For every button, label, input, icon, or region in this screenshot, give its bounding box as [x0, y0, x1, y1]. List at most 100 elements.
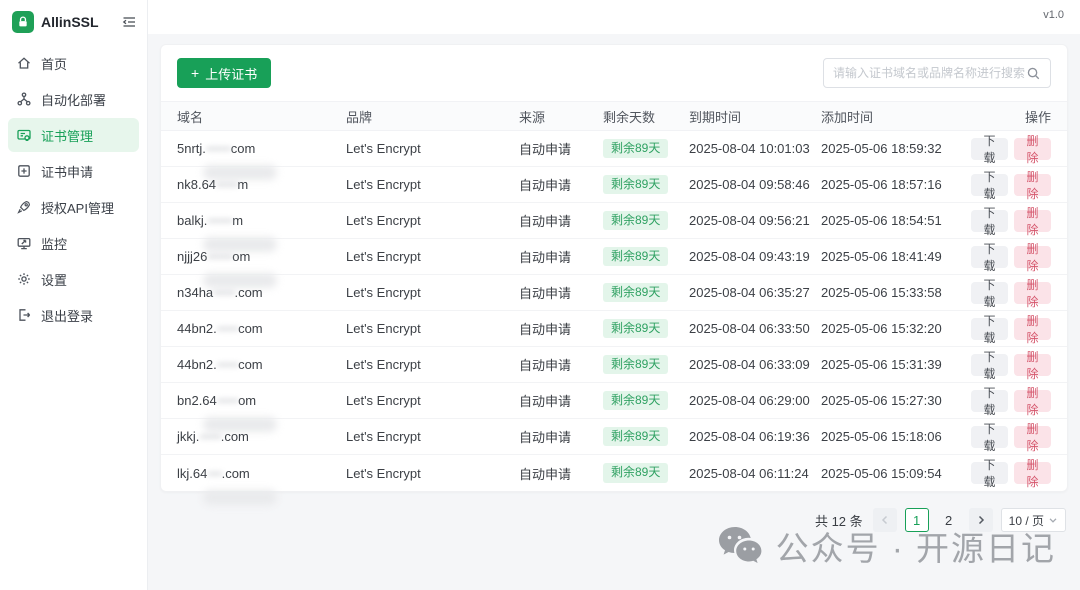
domain-suffix: .com — [221, 429, 249, 444]
delete-button[interactable]: 删除 — [1014, 318, 1051, 340]
domain-prefix: bn2.64 — [177, 393, 217, 408]
expire-cell: 2025-08-04 06:33:50 — [689, 321, 821, 336]
plus-square-icon — [16, 163, 32, 179]
added-cell: 2025-05-06 18:57:16 — [821, 177, 971, 192]
domain-cell: 44bn2.••••••com — [177, 321, 346, 336]
actions-cell: 下载 删除 — [971, 426, 1051, 448]
brand-cell: Let's Encrypt — [346, 177, 519, 192]
plus-icon: + — [191, 66, 199, 80]
download-button[interactable]: 下载 — [971, 318, 1008, 340]
sidebar-item-logout[interactable]: 退出登录 — [8, 298, 139, 332]
app-name: AllinSSL — [41, 14, 114, 30]
days-cell: 剩余89天 — [603, 391, 689, 410]
search-icon[interactable] — [1026, 66, 1041, 81]
domain-cell: nk8.64••••••m — [177, 177, 346, 192]
monitor-icon — [16, 235, 32, 251]
added-cell: 2025-05-06 15:32:20 — [821, 321, 971, 336]
redaction-blob — [203, 490, 277, 505]
expire-cell: 2025-08-04 09:58:46 — [689, 177, 821, 192]
domain-suffix: om — [232, 249, 250, 264]
sidebar-item-label: 自动化部署 — [41, 90, 106, 109]
download-button[interactable]: 下载 — [971, 282, 1008, 304]
domain-prefix: jkkj. — [177, 429, 199, 444]
domain-prefix: 44bn2. — [177, 357, 217, 372]
download-button[interactable]: 下载 — [971, 246, 1008, 268]
delete-button[interactable]: 删除 — [1014, 174, 1051, 196]
delete-button[interactable]: 删除 — [1014, 246, 1051, 268]
delete-button[interactable]: 删除 — [1014, 462, 1051, 484]
delete-button[interactable]: 删除 — [1014, 282, 1051, 304]
app-logo-icon — [12, 11, 34, 33]
added-cell: 2025-05-06 15:27:30 — [821, 393, 971, 408]
domain-masked: •••••• — [217, 357, 238, 372]
days-left-badge: 剩余89天 — [603, 283, 668, 302]
sidebar-item-label: 退出登录 — [41, 306, 93, 325]
sidebar-item-cert-manage[interactable]: 证书管理 — [8, 118, 139, 152]
sidebar-item-cert-apply[interactable]: 证书申请 — [8, 154, 139, 188]
source-cell: 自动申请 — [519, 355, 603, 374]
download-button[interactable]: 下载 — [971, 138, 1008, 160]
days-left-badge: 剩余89天 — [603, 355, 668, 374]
upload-cert-button[interactable]: + 上传证书 — [177, 58, 271, 88]
toolbar: + 上传证书 — [161, 45, 1067, 101]
download-button[interactable]: 下载 — [971, 390, 1008, 412]
download-button[interactable]: 下载 — [971, 210, 1008, 232]
domain-prefix: 44bn2. — [177, 321, 217, 336]
source-cell: 自动申请 — [519, 175, 603, 194]
sidebar-item-deploy[interactable]: 自动化部署 — [8, 82, 139, 116]
table-row: nk8.64••••••m Let's Encrypt 自动申请 剩余89天 2… — [161, 167, 1067, 203]
wechat-icon — [716, 523, 766, 569]
download-button[interactable]: 下载 — [971, 426, 1008, 448]
sidebar-item-monitor[interactable]: 监控 — [8, 226, 139, 260]
download-button[interactable]: 下载 — [971, 462, 1008, 484]
sidebar-item-home[interactable]: 首页 — [8, 46, 139, 80]
domain-prefix: njjj26 — [177, 249, 207, 264]
domain-suffix: .com — [234, 285, 262, 300]
delete-button[interactable]: 删除 — [1014, 426, 1051, 448]
domain-suffix: com — [238, 321, 263, 336]
col-brand: 品牌 — [346, 107, 519, 126]
domain-cell: njjj26•••••••om — [177, 249, 346, 264]
search-input[interactable] — [833, 66, 1026, 80]
added-cell: 2025-05-06 15:09:54 — [821, 466, 971, 481]
added-cell: 2025-05-06 18:54:51 — [821, 213, 971, 228]
delete-button[interactable]: 删除 — [1014, 390, 1051, 412]
days-left-badge: 剩余89天 — [603, 391, 668, 410]
table-row: njjj26•••••••om Let's Encrypt 自动申请 剩余89天… — [161, 239, 1067, 275]
days-left-badge: 剩余89天 — [603, 319, 668, 338]
domain-masked: •••••• — [217, 393, 238, 408]
logout-icon — [16, 307, 32, 323]
table-row: jkkj.••••••.com Let's Encrypt 自动申请 剩余89天… — [161, 419, 1067, 455]
sidebar-item-label: 设置 — [41, 270, 67, 289]
domain-suffix: m — [237, 177, 248, 192]
actions-cell: 下载 删除 — [971, 210, 1051, 232]
source-cell: 自动申请 — [519, 283, 603, 302]
domain-masked: •••••• — [216, 177, 237, 192]
delete-button[interactable]: 删除 — [1014, 138, 1051, 160]
domain-cell: n34ha••••••.com — [177, 285, 346, 300]
delete-button[interactable]: 删除 — [1014, 210, 1051, 232]
download-button[interactable]: 下载 — [971, 354, 1008, 376]
table-header: 域名 品牌 来源 剩余天数 到期时间 添加时间 操作 — [161, 101, 1067, 131]
delete-button[interactable]: 删除 — [1014, 354, 1051, 376]
added-cell: 2025-05-06 15:18:06 — [821, 429, 971, 444]
actions-cell: 下载 删除 — [971, 246, 1051, 268]
table-row: 44bn2.••••••com Let's Encrypt 自动申请 剩余89天… — [161, 347, 1067, 383]
actions-cell: 下载 删除 — [971, 462, 1051, 484]
days-cell: 剩余89天 — [603, 139, 689, 158]
sidebar-item-label: 授权API管理 — [41, 198, 114, 217]
sidebar-item-settings[interactable]: 设置 — [8, 262, 139, 296]
expire-cell: 2025-08-04 06:11:24 — [689, 466, 821, 481]
watermark-text: 公众号 · 开源日记 — [776, 522, 1056, 570]
source-cell: 自动申请 — [519, 247, 603, 266]
table-body: 5nrtj.•••••••com Let's Encrypt 自动申请 剩余89… — [161, 131, 1067, 491]
actions-cell: 下载 删除 — [971, 390, 1051, 412]
sidebar-item-api-manage[interactable]: 授权API管理 — [8, 190, 139, 224]
days-cell: 剩余89天 — [603, 211, 689, 230]
domain-masked: •••••• — [217, 321, 238, 336]
brand-cell: Let's Encrypt — [346, 466, 519, 481]
menu-fold-icon[interactable] — [121, 14, 137, 30]
table-row: lkj.64••••.com Let's Encrypt 自动申请 剩余89天 … — [161, 455, 1067, 491]
download-button[interactable]: 下载 — [971, 174, 1008, 196]
expire-cell: 2025-08-04 06:33:09 — [689, 357, 821, 372]
